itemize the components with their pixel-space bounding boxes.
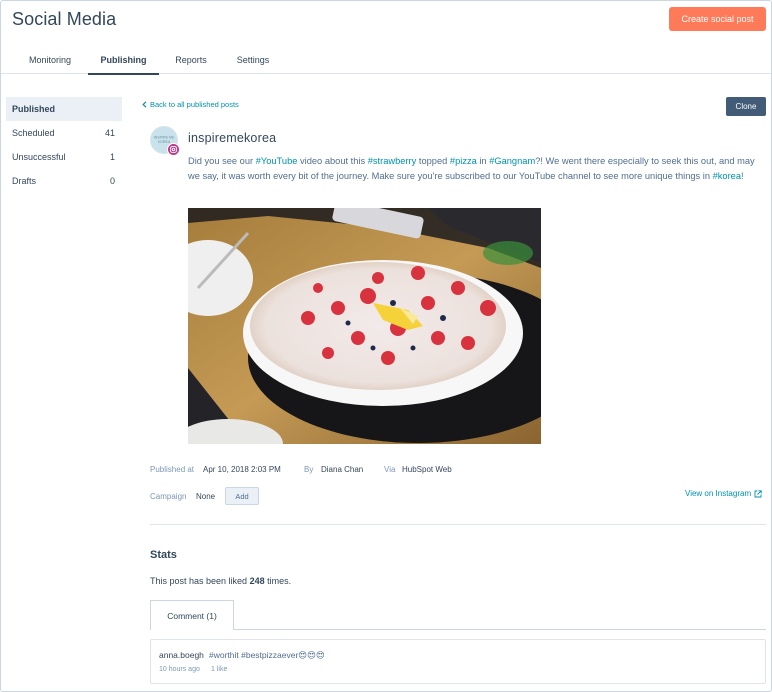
tab-bar: Monitoring Publishing Reports Settings xyxy=(1,45,771,75)
page-title: Social Media xyxy=(12,9,117,29)
stats-heading: Stats xyxy=(150,549,177,561)
clone-button[interactable]: Clone xyxy=(726,97,766,116)
post-text-segment: Did you see our xyxy=(188,156,256,166)
by-label: By xyxy=(304,465,314,474)
tab-monitoring[interactable]: Monitoring xyxy=(19,45,81,74)
external-link-icon xyxy=(754,489,762,497)
post-text-segment: topped xyxy=(416,156,450,166)
sidebar-item-published[interactable]: Published xyxy=(6,97,122,121)
sidebar-item-label: Published xyxy=(12,104,56,114)
tab-reports[interactable]: Reports xyxy=(167,45,215,74)
app-window: Social Media Create social post Monitori… xyxy=(0,0,772,692)
comment-text: #worthit #bestpizzaever😍😍😍 xyxy=(209,650,325,660)
likes-prefix: This post has been liked xyxy=(150,576,250,586)
likes-count: 248 xyxy=(249,576,265,586)
back-to-published-link[interactable]: Back to all published posts xyxy=(142,100,239,109)
hashtag-link[interactable]: #YouTube xyxy=(256,156,298,166)
likes-suffix: times. xyxy=(264,576,292,586)
tab-settings[interactable]: Settings xyxy=(229,45,277,74)
via-value: HubSpot Web xyxy=(402,465,452,474)
by-value: Diana Chan xyxy=(321,465,363,474)
likes-summary: This post has been liked 248 times. xyxy=(150,576,291,586)
hashtag-link[interactable]: #strawberry xyxy=(368,156,417,166)
account-name: inspiremekorea xyxy=(188,131,277,145)
comment-author[interactable]: anna.boegh xyxy=(159,650,204,660)
sidebar-item-count: 1 xyxy=(109,152,115,162)
post-text: Did you see our #YouTube video about thi… xyxy=(188,154,766,183)
published-value: Apr 10, 2018 2:03 PM xyxy=(203,465,281,474)
comment-item: anna.boegh #worthit #bestpizzaever😍😍😍 10… xyxy=(150,639,766,684)
view-on-instagram-label: View on Instagram xyxy=(685,489,752,498)
post-text-segment: in xyxy=(476,156,490,166)
published-label: Published at xyxy=(150,465,195,474)
view-on-instagram-link[interactable]: View on Instagram xyxy=(685,489,762,498)
hashtag-link[interactable]: #Gangnam xyxy=(489,156,535,166)
sidebar-item-label: Unsuccessful xyxy=(12,152,66,162)
tab-publishing[interactable]: Publishing xyxy=(88,45,159,75)
add-campaign-button[interactable]: Add xyxy=(225,487,259,505)
post-image xyxy=(188,208,541,444)
hashtag-link[interactable]: #pizza xyxy=(450,156,477,166)
post-text-segment: ! xyxy=(741,170,744,181)
svg-text:INSPIRE ME: INSPIRE ME xyxy=(154,136,175,140)
via-label: Via xyxy=(384,465,396,474)
author-name: Diana Chan xyxy=(321,465,364,474)
instagram-icon xyxy=(167,143,180,156)
campaign-value: None xyxy=(196,492,216,501)
published-date: Apr 10, 2018 2:03 PM xyxy=(203,465,281,474)
tab-comments[interactable]: Comment (1) xyxy=(150,600,234,630)
chevron-left-icon xyxy=(142,101,147,108)
back-link-label: Back to all published posts xyxy=(150,100,239,109)
campaign-label: Campaign xyxy=(150,492,187,501)
sidebar-item-count: 41 xyxy=(104,128,115,138)
sidebar-item-scheduled[interactable]: Scheduled 41 xyxy=(6,121,122,145)
via-source: HubSpot Web xyxy=(402,465,452,474)
sidebar-item-unsuccessful[interactable]: Unsuccessful 1 xyxy=(6,145,122,169)
sidebar-item-count: 0 xyxy=(109,176,115,186)
sidebar-item-label: Scheduled xyxy=(12,128,55,138)
sidebar: Published Scheduled 41 Unsuccessful 1 Dr… xyxy=(6,97,122,193)
sidebar-item-label: Drafts xyxy=(12,176,37,186)
create-social-post-button[interactable]: Create social post xyxy=(669,7,766,31)
comment-timestamp: 10 hours ago xyxy=(159,666,200,673)
comments-tab-underline xyxy=(150,629,766,630)
hashtag-link[interactable]: #korea xyxy=(713,171,741,181)
section-divider xyxy=(150,524,766,525)
sidebar-item-drafts[interactable]: Drafts 0 xyxy=(6,169,122,193)
post-text-segment: video about this xyxy=(297,156,368,166)
comment-likes: 1 like xyxy=(211,666,228,673)
